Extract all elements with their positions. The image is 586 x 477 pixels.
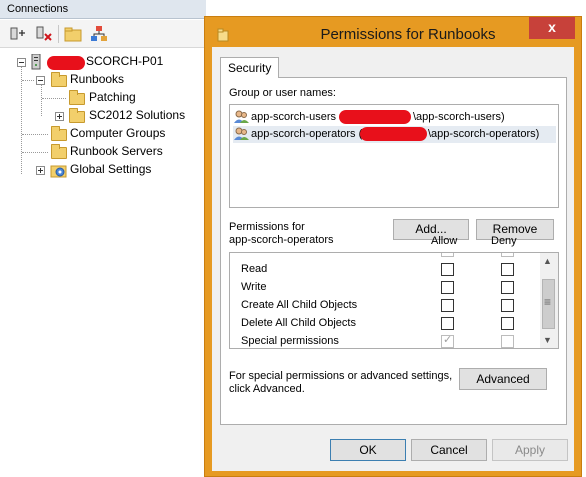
permission-row-create-children: Create All Child Objects xyxy=(230,297,540,315)
permission-name: Write xyxy=(241,281,267,293)
deny-checkbox[interactable] xyxy=(501,317,514,330)
connections-toolbar xyxy=(0,20,206,48)
dialog-body: Security Group or user names: app-scorch… xyxy=(212,47,574,471)
permissions-dialog: Permissions for Runbooks x Security Grou… xyxy=(204,16,582,477)
checkmark-icon: ✓ xyxy=(443,334,453,346)
permissions-scrollbar[interactable]: ▲ ▼ xyxy=(540,252,559,349)
expand-icon[interactable] xyxy=(55,112,64,121)
folder-icon xyxy=(217,28,229,45)
permissions-grid: Read Write Create All Child Objects Dele… xyxy=(229,252,541,349)
permissions-for-label: Permissions for xyxy=(229,221,305,233)
redacted-name xyxy=(47,56,85,70)
apply-button: Apply xyxy=(492,439,568,461)
connections-header: Connections xyxy=(0,0,206,19)
tab-security[interactable]: Security xyxy=(220,57,280,78)
redacted-domain xyxy=(360,127,427,141)
tree-label: SC2012 Solutions xyxy=(89,108,186,122)
security-tab-panel: Group or user names: app-scorch-users \a… xyxy=(220,77,567,425)
runbook-designer-icon[interactable] xyxy=(89,24,109,44)
tree-item-server[interactable]: SCORCH-P01 xyxy=(0,53,206,71)
permission-name: Special permissions xyxy=(241,335,339,347)
advanced-button[interactable]: Advanced xyxy=(459,368,547,390)
expand-icon[interactable] xyxy=(36,166,45,175)
tree-label: Global Settings xyxy=(70,162,152,176)
settings-icon xyxy=(50,162,67,181)
ok-button[interactable]: OK xyxy=(330,439,406,461)
allow-checkbox[interactable] xyxy=(441,281,454,294)
connections-pane: Connections SCORCH-P01 Runbooks Patching… xyxy=(0,0,206,477)
permission-name: Delete All Child Objects xyxy=(241,317,356,329)
deny-checkbox[interactable] xyxy=(501,299,514,312)
group-names-label: Group or user names: xyxy=(229,87,336,99)
tree-label: Runbook Servers xyxy=(70,144,163,158)
list-item[interactable]: app-scorch-operators ( \app-scorch-opera… xyxy=(233,126,556,143)
new-folder-icon[interactable] xyxy=(63,24,83,44)
tree-item-global-settings[interactable]: Global Settings xyxy=(0,161,206,179)
user-list[interactable]: app-scorch-users \app-scorch-users) app-… xyxy=(229,104,559,208)
deny-checkbox xyxy=(501,335,514,348)
allow-checkbox: ✓ xyxy=(441,334,454,348)
permission-row-write: Write xyxy=(230,279,540,297)
scroll-down-icon[interactable]: ▼ xyxy=(543,335,552,345)
allow-checkbox[interactable] xyxy=(441,263,454,276)
user-domain-suffix: \app-scorch-users) xyxy=(413,111,505,123)
tree-item-patching[interactable]: Patching xyxy=(0,89,206,107)
redacted-domain xyxy=(339,110,411,124)
folder-icon xyxy=(51,144,67,159)
permission-name: Create All Child Objects xyxy=(241,299,358,311)
allow-checkbox[interactable] xyxy=(441,317,454,330)
tree-label: Runbooks xyxy=(70,72,125,86)
permission-row-delete-children: Delete All Child Objects xyxy=(230,315,540,333)
folder-icon xyxy=(51,72,67,87)
connect-icon[interactable] xyxy=(8,24,28,44)
collapse-icon[interactable] xyxy=(17,58,26,67)
tree-item-runbook-servers[interactable]: Runbook Servers xyxy=(0,143,206,161)
folder-icon xyxy=(69,90,85,105)
user-name: app-scorch-operators ( xyxy=(251,128,363,140)
deny-checkbox[interactable] xyxy=(501,263,514,276)
tree-label: SCORCH-P01 xyxy=(86,54,164,68)
allow-header: Allow xyxy=(431,235,458,247)
user-domain-suffix: \app-scorch-operators) xyxy=(428,128,540,140)
close-button[interactable]: x xyxy=(529,17,575,39)
permissions-for-target: app-scorch-operators xyxy=(229,234,334,246)
permission-row-special: Special permissions ✓ xyxy=(230,333,540,348)
disconnect-icon[interactable] xyxy=(34,24,54,44)
deny-header: Deny xyxy=(491,235,517,247)
tree-item-sc2012-solutions[interactable]: SC2012 Solutions xyxy=(0,107,206,125)
tree-item-runbooks[interactable]: Runbooks xyxy=(0,71,206,89)
permission-row-read: Read xyxy=(230,261,540,279)
deny-checkbox[interactable] xyxy=(501,281,514,294)
user-name: app-scorch-users xyxy=(251,111,336,123)
collapse-icon[interactable] xyxy=(36,76,45,85)
dialog-title: Permissions for Runbooks xyxy=(320,26,496,43)
allow-checkbox[interactable] xyxy=(441,299,454,312)
tree-item-computer-groups[interactable]: Computer Groups xyxy=(0,125,206,143)
checkbox xyxy=(441,253,454,257)
permission-name: Read xyxy=(241,263,268,275)
group-icon xyxy=(234,110,249,124)
advanced-note: click Advanced. xyxy=(229,383,305,395)
advanced-note: For special permissions or advanced sett… xyxy=(229,370,453,382)
scroll-up-icon[interactable]: ▲ xyxy=(543,256,552,266)
toolbar-separator xyxy=(58,25,59,43)
folder-icon xyxy=(69,108,85,123)
tree-label: Patching xyxy=(89,90,136,104)
scroll-thumb[interactable] xyxy=(542,279,555,329)
list-item[interactable]: app-scorch-users \app-scorch-users) xyxy=(233,109,556,126)
checkbox xyxy=(501,253,514,257)
tree-label: Computer Groups xyxy=(70,126,166,140)
folder-icon xyxy=(51,126,67,141)
group-icon xyxy=(234,127,249,141)
cancel-button[interactable]: Cancel xyxy=(411,439,487,461)
